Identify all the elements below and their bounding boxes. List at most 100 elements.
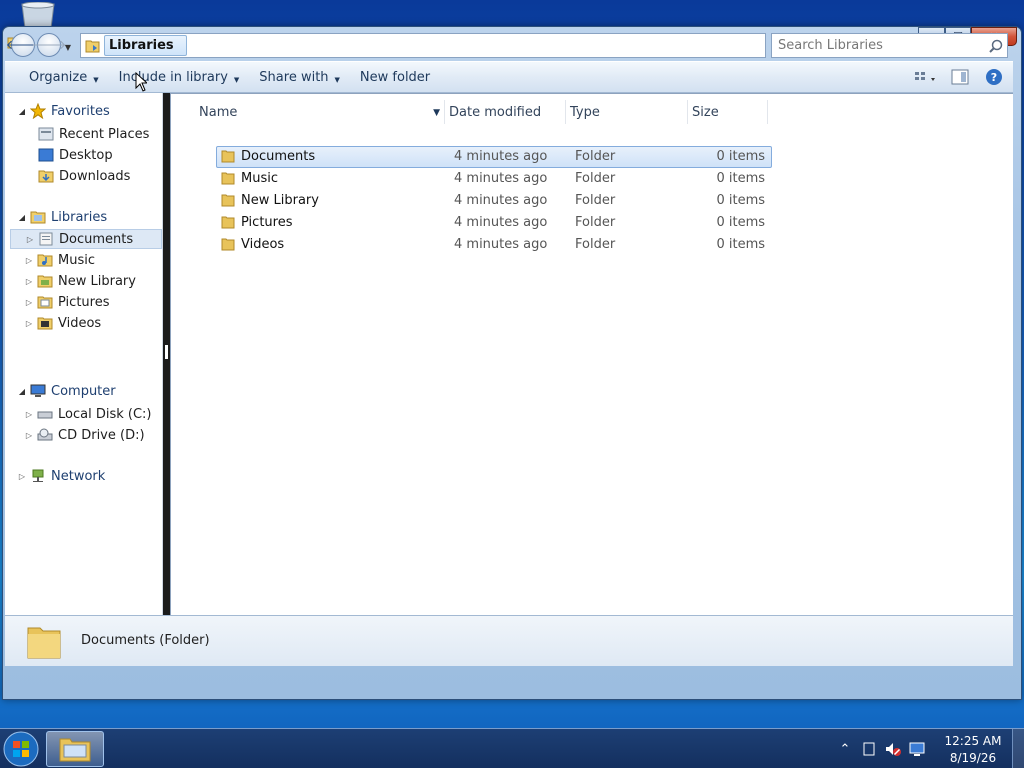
column-header-size[interactable]: Size — [688, 100, 768, 124]
expand-arrow-icon[interactable]: ▷ — [24, 277, 34, 286]
file-type: Folder — [575, 237, 616, 252]
expand-arrow-icon[interactable]: ▷ — [24, 298, 34, 307]
chevron-down-icon: ▼ — [93, 76, 99, 84]
pictures-icon — [36, 294, 54, 310]
file-size: 0 items — [716, 215, 765, 230]
table-row[interactable]: Documents 4 minutes ago Folder 0 items — [175, 146, 1011, 168]
column-size-label: Size — [692, 104, 719, 120]
libraries-label: Libraries — [51, 209, 108, 225]
file-date: 4 minutes ago — [454, 215, 548, 230]
tree-music[interactable]: ▷ Music — [24, 250, 95, 270]
clock-date: 8/19/26 — [949, 751, 997, 765]
file-name: Pictures — [241, 215, 293, 230]
network-label: Network — [51, 468, 106, 484]
tree-documents[interactable]: ▷ Documents — [10, 229, 162, 249]
clock-time: 12:25 AM — [944, 734, 1002, 748]
tree-desktop[interactable]: Desktop — [35, 145, 113, 165]
tree-new-library[interactable]: ▷ New Library — [24, 271, 136, 291]
file-type: Folder — [575, 171, 616, 186]
expand-arrow-icon[interactable]: ▷ — [24, 256, 34, 265]
expand-arrow-icon[interactable]: ▷ — [17, 472, 27, 481]
clock[interactable]: 12:25 AM 8/19/26 — [938, 733, 1008, 767]
expand-arrow-icon[interactable]: ▷ — [24, 319, 34, 328]
computer-label: Computer — [51, 383, 116, 399]
share-with-button[interactable]: Share with ▼ — [249, 62, 350, 92]
collapse-arrow-icon[interactable]: ◢ — [17, 387, 27, 396]
collapse-arrow-icon[interactable]: ◢ — [17, 213, 27, 222]
chevron-up-icon: ⌃ — [839, 741, 851, 757]
change-view-button[interactable] — [913, 66, 939, 88]
explorer-icon — [59, 738, 91, 762]
tree-computer[interactable]: ◢ Computer — [17, 381, 116, 401]
details-pane: Documents (Folder) — [5, 615, 1013, 666]
collapse-arrow-icon[interactable]: ◢ — [17, 107, 27, 116]
file-type: Folder — [575, 215, 616, 230]
expand-arrow-icon[interactable]: ▷ — [25, 235, 35, 244]
sort-descending-icon: ▼ — [433, 108, 440, 118]
search-icon[interactable] — [989, 39, 1003, 53]
column-header-name[interactable]: Name ▼ — [195, 100, 445, 124]
navigation-pane: ◢ Favorites Recent Places Desktop Downlo… — [5, 93, 163, 615]
show-desktop-button[interactable] — [1012, 729, 1024, 768]
tree-videos[interactable]: ▷ Videos — [24, 313, 101, 333]
file-date: 4 minutes ago — [454, 193, 548, 208]
command-bar: Organize ▼ Include in library ▼ Share with… — [5, 61, 1013, 93]
file-list: Name ▼ Date modified Type Size Documents… — [170, 93, 1013, 615]
tree-libraries[interactable]: ◢ Libraries — [17, 207, 107, 227]
organize-button[interactable]: Organize ▼ — [19, 62, 109, 92]
tree-local-disk[interactable]: ▷ Local Disk (C:) — [24, 404, 152, 424]
show-hidden-icons-button[interactable]: ⌃ — [836, 740, 854, 758]
view-options-icon — [915, 72, 935, 81]
recent-pages-dropdown[interactable]: ▼ — [62, 38, 74, 56]
expand-arrow-icon[interactable]: ▷ — [24, 410, 34, 419]
splitter-grip[interactable] — [165, 345, 168, 359]
tree-favorites[interactable]: ◢ Favorites — [17, 101, 110, 121]
local-disk-label: Local Disk (C:) — [58, 406, 152, 422]
tree-network[interactable]: ▷ Network — [17, 466, 105, 486]
column-name-label: Name — [199, 104, 238, 120]
file-date: 4 minutes ago — [454, 237, 548, 252]
preview-pane-button[interactable] — [947, 66, 973, 88]
help-icon: ? — [986, 69, 1002, 85]
column-header-date[interactable]: Date modified — [445, 100, 566, 124]
search-box[interactable] — [771, 33, 1008, 58]
folder-icon — [221, 150, 235, 163]
folder-icon — [221, 216, 235, 229]
expand-arrow-icon[interactable]: ▷ — [24, 431, 34, 440]
taskbar-explorer-button[interactable] — [46, 731, 104, 767]
table-row[interactable]: New Library 4 minutes ago Folder 0 items — [175, 190, 1011, 212]
tree-downloads[interactable]: Downloads — [35, 166, 130, 186]
folder-icon — [27, 627, 61, 659]
table-row[interactable]: Music 4 minutes ago Folder 0 items — [175, 168, 1011, 190]
chevron-down-icon: ▼ — [334, 76, 340, 84]
network-status-icon[interactable] — [908, 740, 926, 758]
libraries-icon — [29, 209, 47, 225]
include-in-library-button[interactable]: Include in library ▼ — [109, 62, 250, 92]
table-row[interactable]: Pictures 4 minutes ago Folder 0 items — [175, 212, 1011, 234]
tree-pictures[interactable]: ▷ Pictures — [24, 292, 110, 312]
table-row[interactable]: Videos 4 minutes ago Folder 0 items — [175, 234, 1011, 256]
share-with-label: Share with — [259, 69, 329, 85]
column-header-type[interactable]: Type — [566, 100, 688, 124]
new-library-label: New Library — [58, 273, 136, 289]
search-input[interactable] — [772, 34, 982, 57]
tree-recent-places[interactable]: Recent Places — [35, 124, 149, 144]
volume-muted-icon[interactable] — [884, 740, 902, 758]
recycle-bin-icon[interactable] — [18, 2, 58, 28]
help-button[interactable]: ? — [981, 66, 1007, 88]
address-bar[interactable]: Libraries — [80, 33, 766, 58]
file-size: 0 items — [716, 171, 765, 186]
preview-pane-icon — [951, 69, 969, 85]
new-folder-button[interactable]: New folder — [350, 62, 440, 92]
action-center-icon[interactable] — [860, 740, 878, 758]
forward-button[interactable]: 🡒 — [32, 33, 66, 57]
start-button[interactable] — [1, 730, 41, 768]
cd-drive-icon — [36, 427, 54, 443]
tree-cd-drive[interactable]: ▷ CD Drive (D:) — [24, 425, 145, 445]
libraries-icon — [85, 40, 100, 53]
pane-splitter[interactable] — [163, 93, 170, 615]
cd-drive-label: CD Drive (D:) — [58, 427, 145, 443]
file-date: 4 minutes ago — [454, 149, 548, 164]
computer-icon — [29, 383, 47, 399]
breadcrumb-libraries[interactable]: Libraries — [104, 35, 187, 56]
